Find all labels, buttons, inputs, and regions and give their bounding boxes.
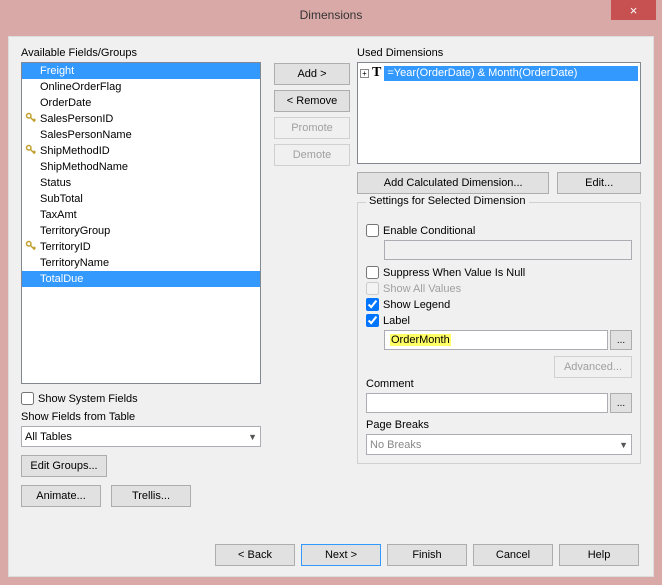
list-item-label: OrderDate	[40, 97, 91, 109]
list-item[interactable]: SalesPersonName	[22, 127, 260, 143]
list-item-label: TaxAmt	[40, 209, 77, 221]
transfer-buttons: Add > < Remove Promote Demote	[274, 63, 354, 171]
list-item-label: TerritoryGroup	[40, 225, 110, 237]
page-breaks-label: Page Breaks	[366, 419, 632, 431]
suppress-null-input[interactable]	[366, 266, 379, 279]
list-item[interactable]: TaxAmt	[22, 207, 260, 223]
next-button[interactable]: Next >	[301, 544, 381, 566]
enable-conditional-checkbox[interactable]: Enable Conditional	[366, 224, 632, 237]
comment-browse-button[interactable]: ...	[610, 393, 632, 413]
list-item[interactable]: OrderDate	[22, 95, 260, 111]
list-item[interactable]: ShipMethodID	[22, 143, 260, 159]
list-item-label: SalesPersonName	[40, 129, 132, 141]
show-fields-table-select[interactable]: All Tables ▼	[21, 426, 261, 447]
chevron-down-icon: ▼	[248, 432, 257, 442]
comment-label: Comment	[366, 378, 632, 390]
list-item[interactable]: ShipMethodName	[22, 159, 260, 175]
list-item[interactable]: OnlineOrderFlag	[22, 79, 260, 95]
window-title: Dimensions	[300, 8, 363, 22]
list-item-label: OnlineOrderFlag	[40, 81, 121, 93]
list-item-label: SubTotal	[40, 193, 83, 205]
finish-button[interactable]: Finish	[387, 544, 467, 566]
label-value-text: OrderMonth	[390, 334, 451, 346]
list-item[interactable]: TerritoryGroup	[22, 223, 260, 239]
show-system-fields-label: Show System Fields	[38, 393, 138, 405]
label-browse-button[interactable]: ...	[610, 330, 632, 350]
help-button[interactable]: Help	[559, 544, 639, 566]
show-all-values-input	[366, 282, 379, 295]
show-fields-table-label: Show Fields from Table	[21, 411, 261, 423]
list-item[interactable]: TotalDue	[22, 271, 260, 287]
page-breaks-value: No Breaks	[370, 439, 421, 451]
chevron-down-icon: ▼	[619, 440, 628, 450]
list-item[interactable]: SalesPersonID	[22, 111, 260, 127]
show-all-values-checkbox: Show All Values	[366, 282, 632, 295]
used-dimension-item[interactable]: + T =Year(OrderDate) & Month(OrderDate)	[360, 65, 638, 81]
list-item-label: Status	[40, 177, 71, 189]
close-icon: ×	[630, 3, 638, 18]
available-fields-panel: Available Fields/Groups Freight OnlineOrd…	[21, 47, 261, 507]
edit-groups-button[interactable]: Edit Groups...	[21, 455, 107, 477]
enable-conditional-label: Enable Conditional	[383, 225, 475, 237]
list-item[interactable]: SubTotal	[22, 191, 260, 207]
key-icon	[25, 144, 37, 160]
remove-button[interactable]: < Remove	[274, 90, 350, 112]
list-item-label: ShipMethodID	[40, 145, 110, 157]
used-dimension-expression: =Year(OrderDate) & Month(OrderDate)	[384, 66, 638, 81]
suppress-null-checkbox[interactable]: Suppress When Value Is Null	[366, 266, 632, 279]
suppress-null-label: Suppress When Value Is Null	[383, 267, 525, 279]
show-legend-checkbox[interactable]: Show Legend	[366, 298, 632, 311]
list-item[interactable]: TerritoryID	[22, 239, 260, 255]
settings-group-title: Settings for Selected Dimension	[366, 195, 529, 207]
trellis-button[interactable]: Trellis...	[111, 485, 191, 507]
show-legend-input[interactable]	[366, 298, 379, 311]
list-item-label: ShipMethodName	[40, 161, 128, 173]
show-all-values-label: Show All Values	[383, 283, 461, 295]
wizard-footer: < Back Next > Finish Cancel Help	[215, 544, 639, 566]
list-item-label: TerritoryName	[40, 257, 109, 269]
expand-icon[interactable]: +	[360, 69, 369, 78]
back-button[interactable]: < Back	[215, 544, 295, 566]
used-dimensions-label: Used Dimensions	[357, 47, 641, 59]
page-breaks-select: No Breaks ▼	[366, 434, 632, 455]
available-fields-label: Available Fields/Groups	[21, 47, 261, 59]
add-calculated-button[interactable]: Add Calculated Dimension...	[357, 172, 549, 194]
available-fields-list[interactable]: Freight OnlineOrderFlag OrderDate SalesPers…	[21, 62, 261, 384]
list-item-label: TotalDue	[40, 273, 83, 285]
dialog-window: Dimensions × Available Fields/Groups Fre…	[0, 0, 662, 585]
label-checkbox[interactable]: Label	[366, 314, 632, 327]
conditional-expression-input	[384, 240, 632, 260]
promote-button: Promote	[274, 117, 350, 139]
list-item-label: SalesPersonID	[40, 113, 113, 125]
show-system-fields-checkbox[interactable]: Show System Fields	[21, 392, 261, 405]
edit-dimension-button[interactable]: Edit...	[557, 172, 641, 194]
text-icon: T	[372, 65, 381, 81]
label-input[interactable]	[366, 314, 379, 327]
key-icon	[25, 240, 37, 256]
key-icon	[25, 112, 37, 128]
animate-button[interactable]: Animate...	[21, 485, 101, 507]
demote-button: Demote	[274, 144, 350, 166]
list-item[interactable]: Status	[22, 175, 260, 191]
dialog-body: Available Fields/Groups Freight OnlineOrd…	[8, 36, 654, 577]
used-dimensions-list[interactable]: + T =Year(OrderDate) & Month(OrderDate)	[357, 62, 641, 164]
enable-conditional-input[interactable]	[366, 224, 379, 237]
titlebar: Dimensions ×	[0, 0, 662, 30]
settings-group: Settings for Selected Dimension Enable C…	[357, 202, 641, 464]
label-value-input[interactable]: OrderMonth	[384, 330, 608, 350]
add-button[interactable]: Add >	[274, 63, 350, 85]
label-checkbox-text: Label	[383, 315, 410, 327]
close-button[interactable]: ×	[611, 0, 656, 20]
list-item[interactable]: TerritoryName	[22, 255, 260, 271]
cancel-button[interactable]: Cancel	[473, 544, 553, 566]
show-fields-table-value: All Tables	[25, 431, 72, 443]
used-dimensions-panel: Used Dimensions + T =Year(OrderDate) & M…	[357, 47, 641, 464]
list-item-label: TerritoryID	[40, 241, 91, 253]
show-legend-label: Show Legend	[383, 299, 450, 311]
list-item[interactable]: Freight	[22, 63, 260, 79]
advanced-button: Advanced...	[554, 356, 632, 378]
list-item-label: Freight	[40, 65, 74, 77]
show-system-fields-input[interactable]	[21, 392, 34, 405]
comment-input[interactable]	[366, 393, 608, 413]
